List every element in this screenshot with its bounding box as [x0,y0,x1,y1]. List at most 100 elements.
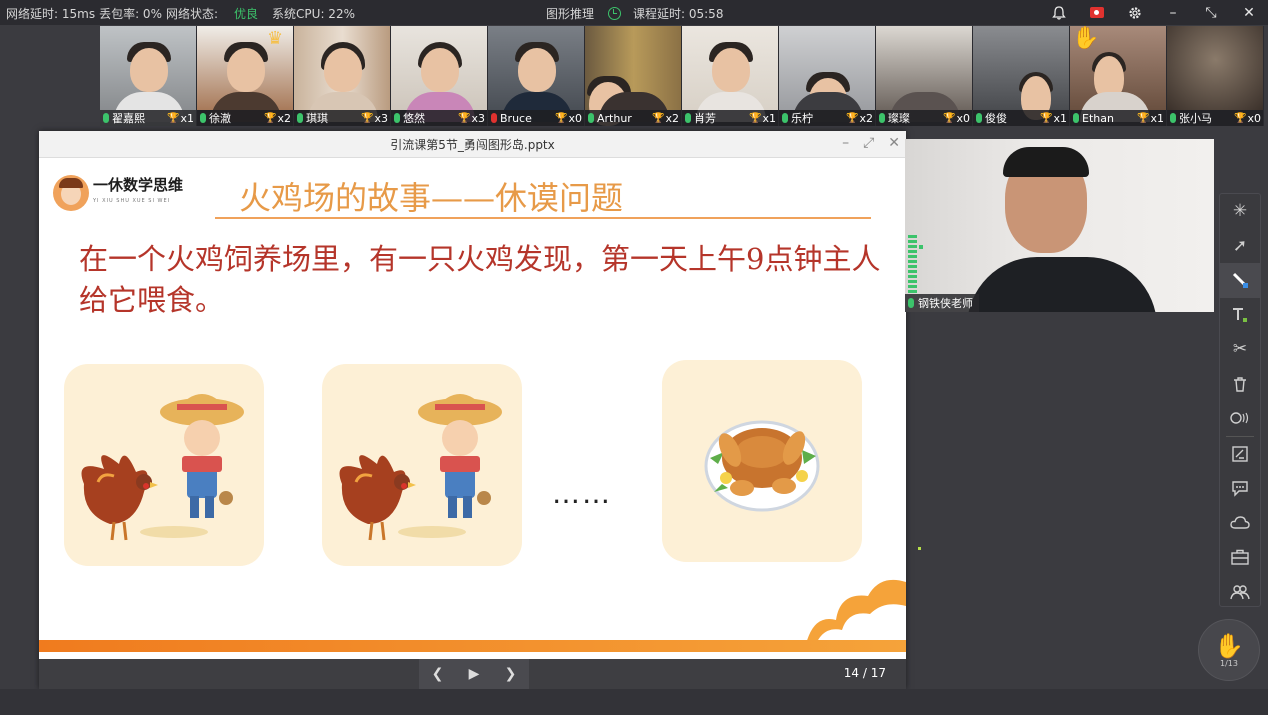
eraser-icon[interactable] [1220,401,1260,436]
audio-level-meter [908,235,917,293]
graphic-reasoning-label: 图形推理 [546,7,595,21]
laser-pointer-icon[interactable]: ✳ [1220,194,1260,229]
pen-icon[interactable] [1220,263,1260,298]
trophy-icon: 🏆 [264,112,277,124]
student-label: 翟嘉熙 🏆 x1 [100,110,196,126]
scissors-icon[interactable]: ✂ [1220,332,1260,367]
farmer-turkey-illustration [81,394,244,541]
raise-hand-button[interactable]: ✋ 1/13 [1198,619,1260,681]
trophy-icon: 🏆 [943,112,956,124]
whiteboard-icon[interactable] [1220,437,1260,472]
brand-name: 一休数学思维 [93,176,184,194]
slide-title: 火鸡场的故事——休谟问题 [239,179,624,217]
close-icon[interactable]: ✕ [888,135,900,151]
student-tile[interactable]: Bruce 🏆 x0 [488,26,585,126]
trophy-icon: 🏆 [652,112,665,124]
cursor-dot [918,547,921,550]
mic-icon [394,113,400,123]
trophy-icon: 🏆 [555,112,568,124]
student-label: 乐柠 🏆 x2 [779,110,875,126]
mic-muted-icon [491,113,497,123]
teacher-video[interactable]: 钢铁侠老师 [905,139,1214,312]
student-label: Ethan 🏆 x1 [1070,110,1166,126]
student-tile[interactable]: 翟嘉熙 🏆 x1 [100,26,197,126]
mic-icon [685,113,691,123]
chat-icon[interactable] [1220,471,1260,506]
ellipsis: …… [552,477,612,510]
mascot-icon [53,175,89,211]
mic-icon [879,113,885,123]
student-tile[interactable]: 璨璨 🏆 x0 [876,26,973,126]
crown-icon: ♛ [267,28,284,49]
slide-body-text: 在一个火鸡饲养场里，有一只火鸡发现，第一天上午9点钟主人给它喂食。 [79,242,881,317]
student-video-strip: 翟嘉熙 🏆 x1 ♛ 徐澈 🏆 x2 琪琪 🏆 x3 悠然 🏆 x3 Bruce 🏆 x0 Arth… [100,26,1264,126]
student-tile[interactable]: 张小马 🏆 x0 [1167,26,1264,126]
farmer-turkey-illustration [339,394,502,541]
next-slide-button[interactable]: ❯ [505,666,517,682]
student-label: 徐澈 🏆 x2 [197,110,293,126]
illustration-card [64,364,264,566]
mic-icon [297,113,303,123]
mic-icon [976,113,982,123]
student-tile[interactable]: 悠然 🏆 x3 [391,26,488,126]
close-icon[interactable]: ✕ [1230,0,1268,25]
student-label: 璨璨 🏆 x0 [876,110,972,126]
window-controls: – ⤡ ✕ [1040,0,1268,25]
trophy-icon: 🏆 [1234,112,1247,124]
student-label: 肖芳 🏆 x1 [682,110,778,126]
slide-controls: ❮ ▶ ❯ 14 / 17 [39,659,906,689]
network-status-label: 网络状态: [165,7,219,21]
drawing-toolbar: ✳ ➚ ✂ [1219,193,1261,607]
student-label: Bruce 🏆 x0 [488,110,584,126]
mic-icon [782,113,788,123]
expand-icon[interactable]: ⤢ [863,135,874,151]
brand-logo: 一休数学思维 YI XIU SHU XUE SI WEI [53,175,183,211]
teacher-label: 钢铁侠老师 [905,294,979,312]
restore-icon[interactable]: ⤡ [1192,0,1230,25]
toolbox-icon[interactable] [1220,540,1260,575]
play-button[interactable]: ▶ [469,666,480,682]
illustration-card [662,360,862,562]
mic-icon [200,113,206,123]
roast-turkey-illustration [704,420,820,512]
prev-slide-button[interactable]: ❮ [432,666,444,682]
minimize-icon[interactable]: – [842,135,849,151]
slide-titlebar[interactable]: 引流课第5节_勇闯图形岛.pptx – ⤢ ✕ [39,131,906,158]
select-move-icon[interactable]: ➚ [1220,229,1260,264]
course-delay: 课程延时: 05:58 [633,7,724,21]
mic-icon [1073,113,1079,123]
student-tile[interactable]: ✋ Ethan 🏆 x1 [1070,26,1167,126]
course-info: 图形推理 课程延时: 05:58 [546,5,723,22]
student-label: 俊俊 🏆 x1 [973,110,1069,126]
users-icon[interactable] [1220,575,1260,610]
gear-icon[interactable] [1116,0,1154,25]
mic-icon [103,113,109,123]
bell-icon[interactable] [1040,0,1078,25]
minimize-icon[interactable]: – [1154,0,1192,25]
trophy-icon: 🏆 [458,112,471,124]
student-tile[interactable]: 俊俊 🏆 x1 [973,26,1070,126]
network-delay: 网络延时: 15ms [6,7,96,21]
student-tile[interactable]: 琪琪 🏆 x3 [294,26,391,126]
packet-loss: 丢包率: 0% [99,7,162,21]
text-tool-icon[interactable] [1220,298,1260,333]
student-tile[interactable]: Arthur 🏆 x2 [585,26,682,126]
title-underline [215,217,871,219]
record-icon[interactable] [1078,0,1116,25]
student-tile[interactable]: ♛ 徐澈 🏆 x2 [197,26,294,126]
network-status-value: 优良 [234,7,259,21]
hand-raise-count: 1/13 [1220,658,1238,668]
illustration-card [322,364,522,566]
mic-icon [908,298,914,308]
slide-canvas: 一休数学思维 YI XIU SHU XUE SI WEI 火鸡场的故事——休谟问题… [39,159,906,652]
trophy-icon: 🏆 [167,112,180,124]
bottom-strip [0,689,1268,715]
trash-icon[interactable] [1220,367,1260,402]
trophy-icon: 🏆 [1040,112,1053,124]
teacher-name: 钢铁侠老师 [918,297,973,310]
clock-icon [608,7,622,20]
student-label: 琪琪 🏆 x3 [294,110,390,126]
student-tile[interactable]: 肖芳 🏆 x1 [682,26,779,126]
cloud-icon[interactable] [1220,506,1260,541]
student-tile[interactable]: 乐柠 🏆 x2 [779,26,876,126]
